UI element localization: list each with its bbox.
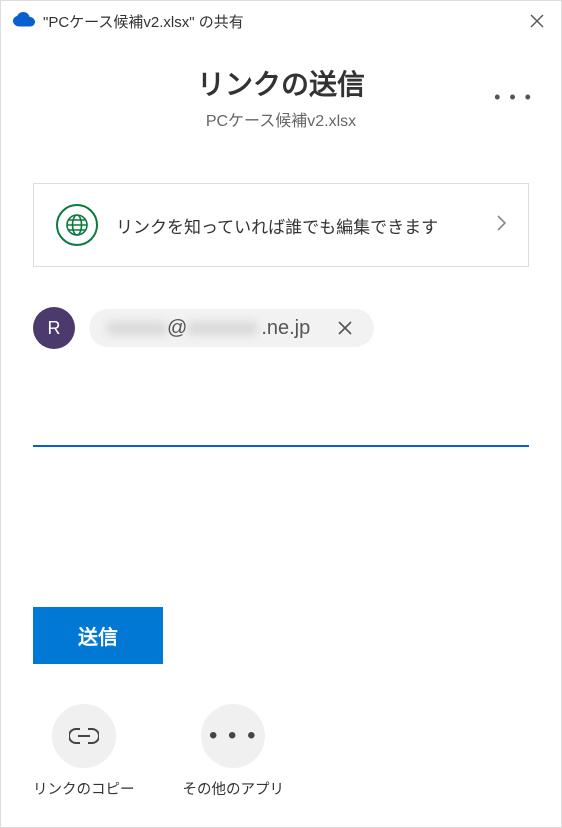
titlebar: "PCケース候補v2.xlsx" の共有 [1,1,561,41]
recipient-avatar: R [33,307,75,349]
link-icon [52,704,116,768]
permission-row[interactable]: リンクを知っていれば誰でも編集できます [33,183,529,267]
dialog-title: リンクの送信 [1,63,561,103]
dialog-subtitle: PCケース候補v2.xlsx [1,107,561,131]
globe-icon [56,204,98,246]
avatar-initial: R [48,318,61,339]
copy-link-label: リンクのコピー [33,778,135,799]
remove-recipient-icon[interactable] [332,315,358,341]
copy-link-button[interactable]: リンクのコピー [33,704,135,799]
recipient-host-masked: xxxxxxx [187,317,257,340]
other-apps-label: その他のアプリ [183,778,285,799]
message-input[interactable] [33,411,529,447]
recipient-chip[interactable]: xxxxxx @ xxxxxxx .ne.jp [89,309,374,347]
recipient-domain-suffix: .ne.jp [261,317,310,340]
window-title: "PCケース候補v2.xlsx" の共有 [43,11,525,32]
dialog-header: リンクの送信 PCケース候補v2.xlsx • • • [1,41,561,141]
chevron-right-icon [497,215,506,236]
recipient-local-masked: xxxxxx [107,317,167,340]
send-button[interactable]: 送信 [33,607,163,664]
recipient-at: @ [167,317,187,340]
other-apps-button[interactable]: • • • その他のアプリ [183,704,285,799]
recipient-row: R xxxxxx @ xxxxxxx .ne.jp [33,307,529,349]
permission-text: リンクを知っていれば誰でも編集できます [116,213,497,238]
more-apps-icon: • • • [201,704,265,768]
onedrive-icon [13,12,35,31]
close-icon[interactable] [525,9,549,33]
action-row: リンクのコピー • • • その他のアプリ [33,704,529,827]
more-options-icon[interactable]: • • • [494,87,533,108]
